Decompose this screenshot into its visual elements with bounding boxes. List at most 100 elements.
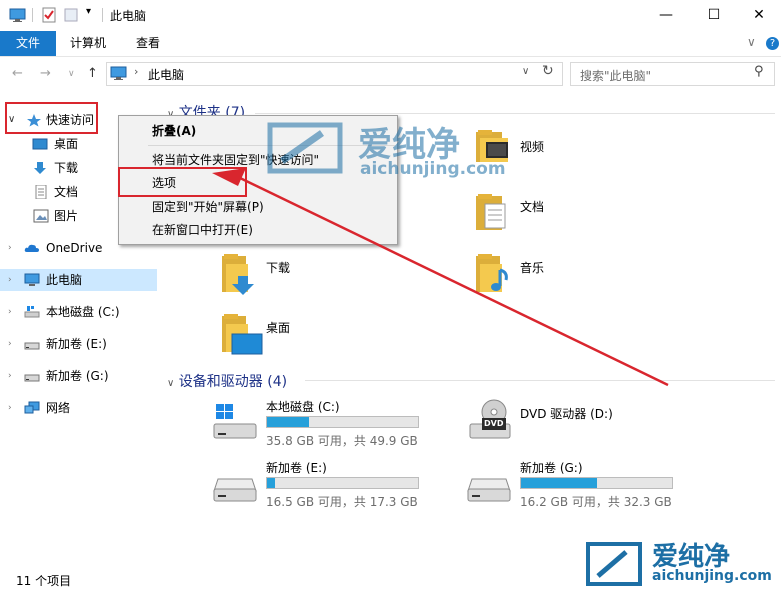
properties-icon[interactable] (42, 7, 56, 23)
collapse-chevron-icon[interactable]: ∨ (167, 378, 174, 389)
nav-label: 图片 (54, 209, 79, 223)
drive-g-tile[interactable]: 新加卷 (G:) 16.2 GB 可用，共 32.3 GB (466, 457, 686, 509)
this-pc-icon (9, 8, 26, 22)
nav-label: 文档 (54, 185, 79, 199)
nav-drive-g[interactable]: › 新加卷 (G:) (0, 365, 157, 387)
drive-icon (467, 478, 511, 502)
tab-computer[interactable]: 计算机 (56, 31, 120, 56)
folder-desktop[interactable]: 桌面 (218, 310, 358, 356)
folder-label: 文档 (520, 200, 545, 214)
drive-usage-fill (267, 417, 310, 427)
drive-usage-bar (520, 477, 673, 489)
minimize-icon: — (659, 7, 673, 23)
nav-label: 下载 (54, 161, 79, 175)
watermark-top: 爱纯净 aichunjing.com (262, 113, 522, 183)
highlight-quick-access (5, 102, 98, 134)
drive-e-tile[interactable]: 新加卷 (E:) 16.5 GB 可用，共 17.3 GB (212, 457, 432, 509)
expand-chevron-icon[interactable]: › (8, 365, 12, 387)
folder-label: 视频 (520, 140, 545, 154)
expand-chevron-icon[interactable]: › (8, 237, 12, 259)
folder-downloads[interactable]: 下载 (218, 250, 358, 296)
drive-c-tile[interactable]: 本地磁盘 (C:) 35.8 GB 可用，共 49.9 GB (212, 396, 432, 448)
qa-divider (32, 8, 33, 22)
picture-icon (33, 209, 49, 223)
maximize-button[interactable]: ☐ (691, 0, 737, 31)
menu-label: 在新窗口中打开(E) (152, 223, 253, 237)
expand-chevron-icon[interactable]: › (8, 397, 12, 419)
folder-documents[interactable]: 文档 (472, 190, 592, 234)
drive-free-space: 35.8 GB 可用，共 49.9 GB (266, 434, 418, 448)
ribbon-expand-icon[interactable]: ∨ (747, 35, 756, 49)
nav-drive-c[interactable]: › 本地磁盘 (C:) (0, 301, 157, 323)
expand-chevron-icon[interactable]: › (8, 301, 12, 323)
help-icon[interactable]: ? (766, 37, 779, 50)
nav-drive-e[interactable]: › 新加卷 (E:) (0, 333, 157, 355)
ribbon: 文件 计算机 查看 ∨ ? (0, 31, 781, 57)
nav-label: OneDrive (46, 241, 103, 255)
title-divider (102, 8, 103, 22)
drive-usage-bar (266, 416, 419, 428)
highlight-options (118, 167, 247, 197)
watermark-url: aichunjing.com (652, 568, 772, 584)
recent-locations-icon[interactable]: ∨ (68, 69, 75, 79)
back-icon[interactable]: ← (12, 66, 23, 81)
nav-network[interactable]: › 网络 (0, 397, 157, 419)
this-pc-icon (110, 66, 127, 80)
up-icon[interactable]: ↑ (87, 66, 98, 81)
drive-icon (24, 342, 40, 350)
search-input[interactable]: 搜索"此电脑" ⚲ (570, 62, 775, 86)
nav-label: 网络 (46, 401, 71, 415)
drive-name: 新加卷 (E:) (266, 461, 327, 475)
drive-free-space: 16.2 GB 可用，共 32.3 GB (520, 495, 672, 509)
expand-chevron-icon[interactable]: › (8, 333, 12, 355)
nav-label: 新加卷 (E:) (46, 337, 107, 351)
section-title: 设备和驱动器 (4) (178, 374, 288, 390)
tab-file[interactable]: 文件 (0, 31, 57, 56)
drive-name: 新加卷 (G:) (520, 461, 583, 475)
drive-usage-fill (521, 478, 597, 488)
address-dropdown-icon[interactable]: ∨ (522, 66, 529, 77)
breadcrumb-chevron-icon[interactable]: › (134, 65, 138, 78)
system-drive-icon (213, 404, 257, 439)
drive-icon (24, 374, 40, 382)
cloud-icon (24, 244, 39, 252)
drive-usage-fill (267, 478, 275, 488)
music-folder-icon (476, 254, 508, 292)
brand-logo-icon (267, 122, 343, 174)
menu-label: 固定到"开始"屏幕(P) (152, 200, 264, 214)
this-pc-icon (24, 273, 40, 286)
qa-dropdown-icon[interactable]: ▾ (86, 6, 91, 17)
title-bar: ▾ 此电脑 — ☐ ✕ (0, 0, 781, 31)
folder-label: 下载 (266, 261, 291, 275)
search-placeholder: 搜索"此电脑" (580, 69, 652, 83)
drive-icon (213, 478, 257, 502)
drive-usage-bar (266, 477, 419, 489)
menu-item-pin-start[interactable]: 固定到"开始"屏幕(P) (119, 196, 397, 218)
close-icon: ✕ (753, 7, 765, 23)
tab-view[interactable]: 查看 (122, 31, 174, 56)
drive-name: DVD 驱动器 (D:) (520, 407, 613, 421)
minimize-button[interactable]: — (643, 0, 689, 31)
menu-item-open-new-window[interactable]: 在新窗口中打开(E) (119, 219, 397, 241)
forward-icon[interactable]: → (40, 66, 51, 81)
download-icon (34, 162, 46, 174)
nav-label: 此电脑 (46, 273, 83, 287)
section-divider (305, 380, 775, 381)
download-folder-icon (222, 254, 254, 295)
breadcrumb[interactable]: 此电脑 (148, 66, 184, 83)
nav-label: 本地磁盘 (C:) (46, 305, 120, 319)
address-bar[interactable]: › 此电脑 ∨ ↻ (106, 62, 563, 86)
brand-logo-icon (586, 542, 642, 586)
expand-chevron-icon[interactable]: › (8, 269, 12, 291)
drive-d-tile[interactable]: DVD DVD 驱动器 (D:) (468, 398, 688, 446)
devices-section-header[interactable]: ∨ 设备和驱动器 (4) (167, 371, 287, 391)
document-icon (35, 185, 47, 199)
search-icon: ⚲ (754, 64, 764, 79)
folder-music[interactable]: 音乐 (472, 250, 592, 296)
refresh-icon[interactable]: ↻ (542, 63, 554, 79)
network-icon (24, 401, 40, 414)
nav-this-pc[interactable]: › 此电脑 (0, 269, 157, 291)
close-button[interactable]: ✕ (736, 0, 781, 31)
new-folder-icon[interactable] (64, 7, 78, 23)
drive-free-space: 16.5 GB 可用，共 17.3 GB (266, 495, 418, 509)
